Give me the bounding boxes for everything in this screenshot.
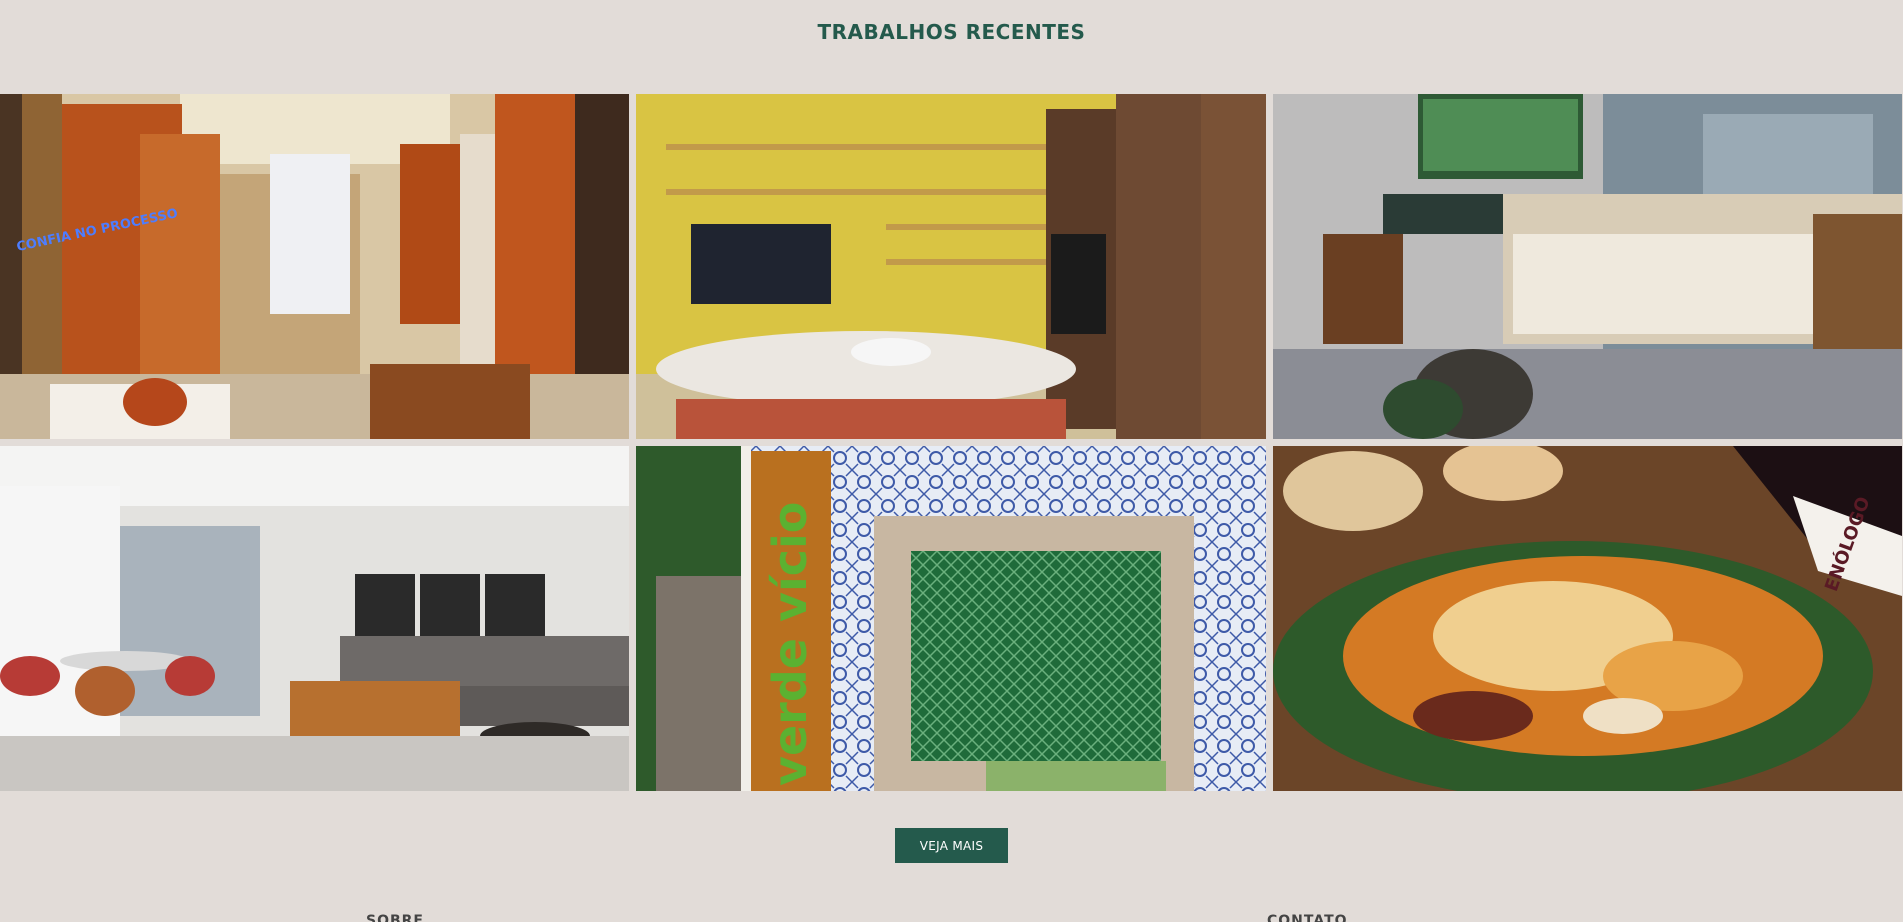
gallery-item-living-shelves[interactable] <box>636 94 1266 439</box>
gallery-item-living-sofa[interactable] <box>0 446 629 791</box>
gallery-item-tv-room[interactable] <box>1273 94 1902 439</box>
footer-contact-heading: CONTATO <box>1267 913 1348 922</box>
office-photo-icon: CONFIA NO PROCESSO <box>0 94 629 439</box>
gallery-item-facade[interactable]: verde vício <box>636 446 1266 791</box>
living-sofa-photo-icon <box>0 446 629 791</box>
tv-room-photo-icon <box>1273 94 1902 439</box>
footer-about-heading: SOBRE <box>366 913 424 922</box>
gallery-item-food[interactable]: ENÓLOGO <box>1273 446 1902 791</box>
works-gallery: CONFIA NO PROCESSO verde vício ENÓLOGO <box>0 94 1903 791</box>
gallery-item-office[interactable]: CONFIA NO PROCESSO <box>0 94 629 439</box>
storefront-sign-text: verde vício <box>763 502 817 786</box>
living-shelves-photo-icon <box>636 94 1266 439</box>
recent-works-page: TRABALHOS RECENTES CONFIA NO PROCESSO ve… <box>0 0 1903 922</box>
see-more-button[interactable]: VEJA MAIS <box>895 828 1008 863</box>
food-photo-icon: ENÓLOGO <box>1273 446 1902 791</box>
facade-photo-icon: verde vício <box>636 446 1266 791</box>
section-title: TRABALHOS RECENTES <box>817 20 1086 44</box>
